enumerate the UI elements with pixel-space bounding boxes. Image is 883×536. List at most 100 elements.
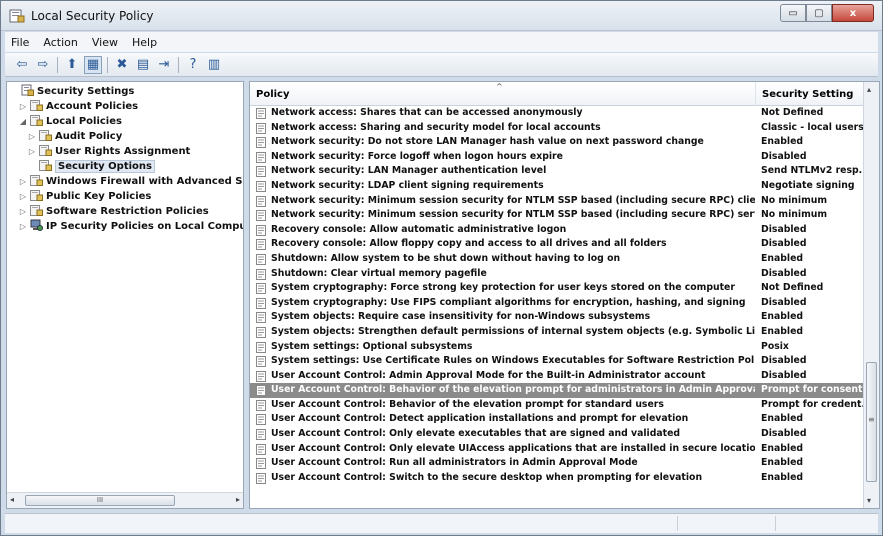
ip-security-icon (30, 219, 43, 231)
policy-row[interactable]: User Account Control: Run all administra… (250, 456, 863, 471)
list-vertical-scrollbar[interactable]: ▴ ≡ ▾ (863, 82, 879, 508)
tree-item-user-rights-assignment[interactable]: ▷ User Rights Assignment (7, 144, 243, 159)
up-icon[interactable]: ⬆ (63, 56, 81, 74)
policy-name: Network security: LAN Manager authentica… (271, 165, 547, 177)
tree-item-label: Public Key Policies (46, 191, 152, 202)
column-header-security-setting[interactable]: Security Setting (757, 82, 867, 106)
tree-item-security-options[interactable]: Security Options (7, 159, 243, 174)
policy-row[interactable]: User Account Control: Detect application… (250, 412, 863, 427)
policy-setting-icon (256, 472, 266, 484)
column-header-policy[interactable]: Policy ^ (250, 82, 756, 106)
menu-help[interactable]: Help (132, 36, 157, 49)
policy-setting-icon (256, 356, 266, 368)
tree-item-local-policies[interactable]: ◢ Local Policies (7, 114, 243, 129)
collapse-icon[interactable]: ◢ (18, 114, 28, 129)
policy-row[interactable]: Recovery console: Allow floppy copy and … (250, 237, 863, 252)
list-scroll-thumb[interactable]: ≡ (866, 362, 877, 482)
policy-name: Recovery console: Allow floppy copy and … (271, 238, 667, 250)
expand-icon[interactable]: ▷ (18, 174, 28, 189)
policy-name: User Account Control: Run all administra… (271, 457, 638, 469)
back-icon[interactable]: ⇦ (13, 56, 31, 74)
sort-ascending-icon: ^ (496, 82, 503, 91)
policy-name: Network security: Do not store LAN Manag… (271, 136, 704, 148)
policy-setting-icon (256, 283, 266, 295)
policy-row[interactable]: Network access: Sharing and security mod… (250, 121, 863, 136)
maximize-button[interactable]: ▢ (806, 4, 832, 22)
policy-row[interactable]: Network security: LDAP client signing re… (250, 179, 863, 194)
tree-item-audit-policy[interactable]: ▷ Audit Policy (7, 129, 243, 144)
policy-setting-icon (256, 399, 266, 411)
policy-row[interactable]: User Account Control: Behavior of the el… (250, 383, 863, 398)
forward-icon[interactable]: ⇨ (34, 56, 52, 74)
folder-icon (30, 190, 43, 201)
policy-row[interactable]: System objects: Strengthen default permi… (250, 325, 863, 340)
expand-icon[interactable]: ▷ (18, 99, 28, 114)
delete-icon[interactable]: ✖ (113, 56, 131, 74)
policy-row[interactable]: Shutdown: Clear virtual memory pagefile D… (250, 267, 863, 282)
tree-horizontal-scrollbar[interactable]: ◂ III ▸ (7, 492, 243, 508)
show-action-pane-icon[interactable]: ▥ (205, 56, 223, 74)
policy-row[interactable]: User Account Control: Only elevate execu… (250, 427, 863, 442)
expand-icon[interactable]: ▷ (18, 219, 28, 234)
scroll-left-icon[interactable]: ◂ (10, 495, 14, 504)
policy-row[interactable]: Network security: Do not store LAN Manag… (250, 135, 863, 150)
policy-name: Network security: Minimum session securi… (271, 209, 755, 221)
policy-row[interactable]: User Account Control: Behavior of the el… (250, 398, 863, 413)
export-icon[interactable]: ⇥ (155, 56, 173, 74)
policy-row[interactable]: Recovery console: Allow automatic admini… (250, 223, 863, 238)
scroll-right-icon[interactable]: ▸ (236, 495, 240, 504)
policy-row[interactable]: System settings: Use Certificate Rules o… (250, 354, 863, 369)
security-settings-icon (21, 84, 34, 96)
policy-row[interactable]: User Account Control: Only elevate UIAcc… (250, 442, 863, 457)
tree-item-public-key-policies[interactable]: ▷ Public Key Policies (7, 189, 243, 204)
security-setting-value: No minimum (761, 209, 828, 221)
policy-setting-icon (256, 239, 266, 251)
policy-row[interactable]: Network security: Minimum session securi… (250, 194, 863, 209)
security-setting-value: Enabled (761, 457, 804, 469)
menu-view[interactable]: View (92, 36, 118, 49)
tree-item-label: IP Security Policies on Local Computer (46, 221, 244, 232)
menu-file[interactable]: File (11, 36, 29, 49)
menu-action[interactable]: Action (43, 36, 77, 49)
properties-icon[interactable]: ▤ (134, 56, 152, 74)
policy-setting-icon (256, 370, 266, 382)
scroll-down-icon[interactable]: ▾ (867, 496, 871, 505)
tree-item-windows-firewall-with-advanced-secu[interactable]: ▷ Windows Firewall with Advanced Secu (7, 174, 243, 189)
security-setting-value: No minimum (761, 194, 828, 206)
title-bar[interactable]: Local Security Policy ▭ ▢ x (1, 1, 882, 31)
security-setting-value: Disabled (761, 267, 807, 279)
minimize-button[interactable]: ▭ (780, 4, 806, 22)
tree-item-account-policies[interactable]: ▷ Account Policies (7, 99, 243, 114)
help-icon[interactable]: ? (184, 56, 202, 74)
policy-row[interactable]: System objects: Require case insensitivi… (250, 310, 863, 325)
show-hide-tree-icon[interactable]: ▦ (84, 55, 102, 74)
policy-setting-icon (256, 108, 266, 119)
policy-row[interactable]: Network security: Minimum session securi… (250, 208, 863, 223)
toolbar-separator (107, 56, 108, 73)
security-setting-value: Enabled (761, 442, 804, 454)
policy-row[interactable]: Shutdown: Allow system to be shut down w… (250, 252, 863, 267)
policy-row[interactable]: Network access: Shares that can be acces… (250, 106, 863, 121)
tree-item-ip-security-policies-on-local-computer[interactable]: ▷ IP Security Policies on Local Computer (7, 219, 243, 234)
policy-row[interactable]: System settings: Optional subsystems Posi… (250, 340, 863, 355)
security-setting-value: Disabled (761, 369, 807, 381)
policy-row[interactable]: Network security: LAN Manager authentica… (250, 164, 863, 179)
tree-item-software-restriction-policies[interactable]: ▷ Software Restriction Policies (7, 204, 243, 219)
policy-row[interactable]: System cryptography: Use FIPS compliant … (250, 296, 863, 311)
policy-row[interactable]: User Account Control: Switch to the secu… (250, 471, 863, 486)
expand-icon[interactable]: ▷ (18, 189, 28, 204)
policy-row[interactable]: User Account Control: Admin Approval Mod… (250, 369, 863, 384)
policy-name: User Account Control: Only elevate UIAcc… (271, 442, 755, 454)
expand-icon[interactable]: ▷ (27, 129, 37, 144)
tree-scroll-thumb[interactable]: III (25, 495, 175, 506)
expand-icon[interactable]: ▷ (18, 204, 28, 219)
scroll-up-icon[interactable]: ▴ (867, 85, 871, 94)
policy-row[interactable]: Network security: Force logoff when logo… (250, 150, 863, 165)
tree-item-security-settings[interactable]: Security Settings (7, 84, 243, 99)
policy-row[interactable]: System cryptography: Force strong key pr… (250, 281, 863, 296)
status-bar (5, 513, 878, 533)
maximize-icon: ▢ (814, 7, 824, 19)
folder-icon (39, 130, 52, 141)
expand-icon[interactable]: ▷ (27, 144, 37, 159)
close-button[interactable]: x (832, 4, 874, 22)
